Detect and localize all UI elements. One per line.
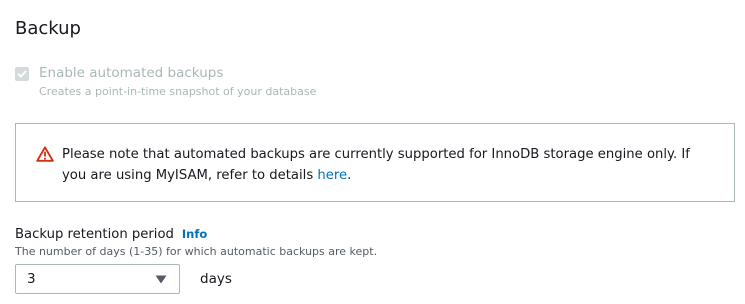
storage-engine-warning-alert: Please note that automated backups are c… bbox=[15, 123, 735, 202]
warning-message-text: Please note that automated backups are c… bbox=[62, 147, 690, 183]
retention-period-value: 3 bbox=[27, 271, 36, 287]
retention-period-label-row: Backup retention period Info bbox=[15, 225, 207, 244]
info-link[interactable]: Info bbox=[182, 227, 207, 241]
section-title: Backup bbox=[15, 18, 81, 39]
retention-period-description: The number of days (1-35) for which auto… bbox=[15, 245, 378, 258]
backup-settings-panel: Backup Enable automated backups Creates … bbox=[0, 0, 745, 304]
warning-message: Please note that automated backups are c… bbox=[62, 144, 717, 186]
caret-down-icon bbox=[155, 275, 167, 284]
warning-message-end: . bbox=[347, 168, 352, 183]
enable-automated-backups-checkbox[interactable] bbox=[15, 67, 29, 81]
enable-automated-backups-description: Creates a point-in-time snapshot of your… bbox=[39, 85, 317, 98]
warning-icon bbox=[36, 146, 54, 162]
enable-automated-backups-label: Enable automated backups bbox=[39, 65, 224, 81]
retention-period-label: Backup retention period bbox=[15, 227, 174, 242]
retention-period-select[interactable]: 3 bbox=[15, 264, 180, 294]
checkmark-icon bbox=[17, 70, 27, 78]
retention-unit-label: days bbox=[200, 271, 232, 287]
details-link[interactable]: here bbox=[317, 168, 347, 183]
